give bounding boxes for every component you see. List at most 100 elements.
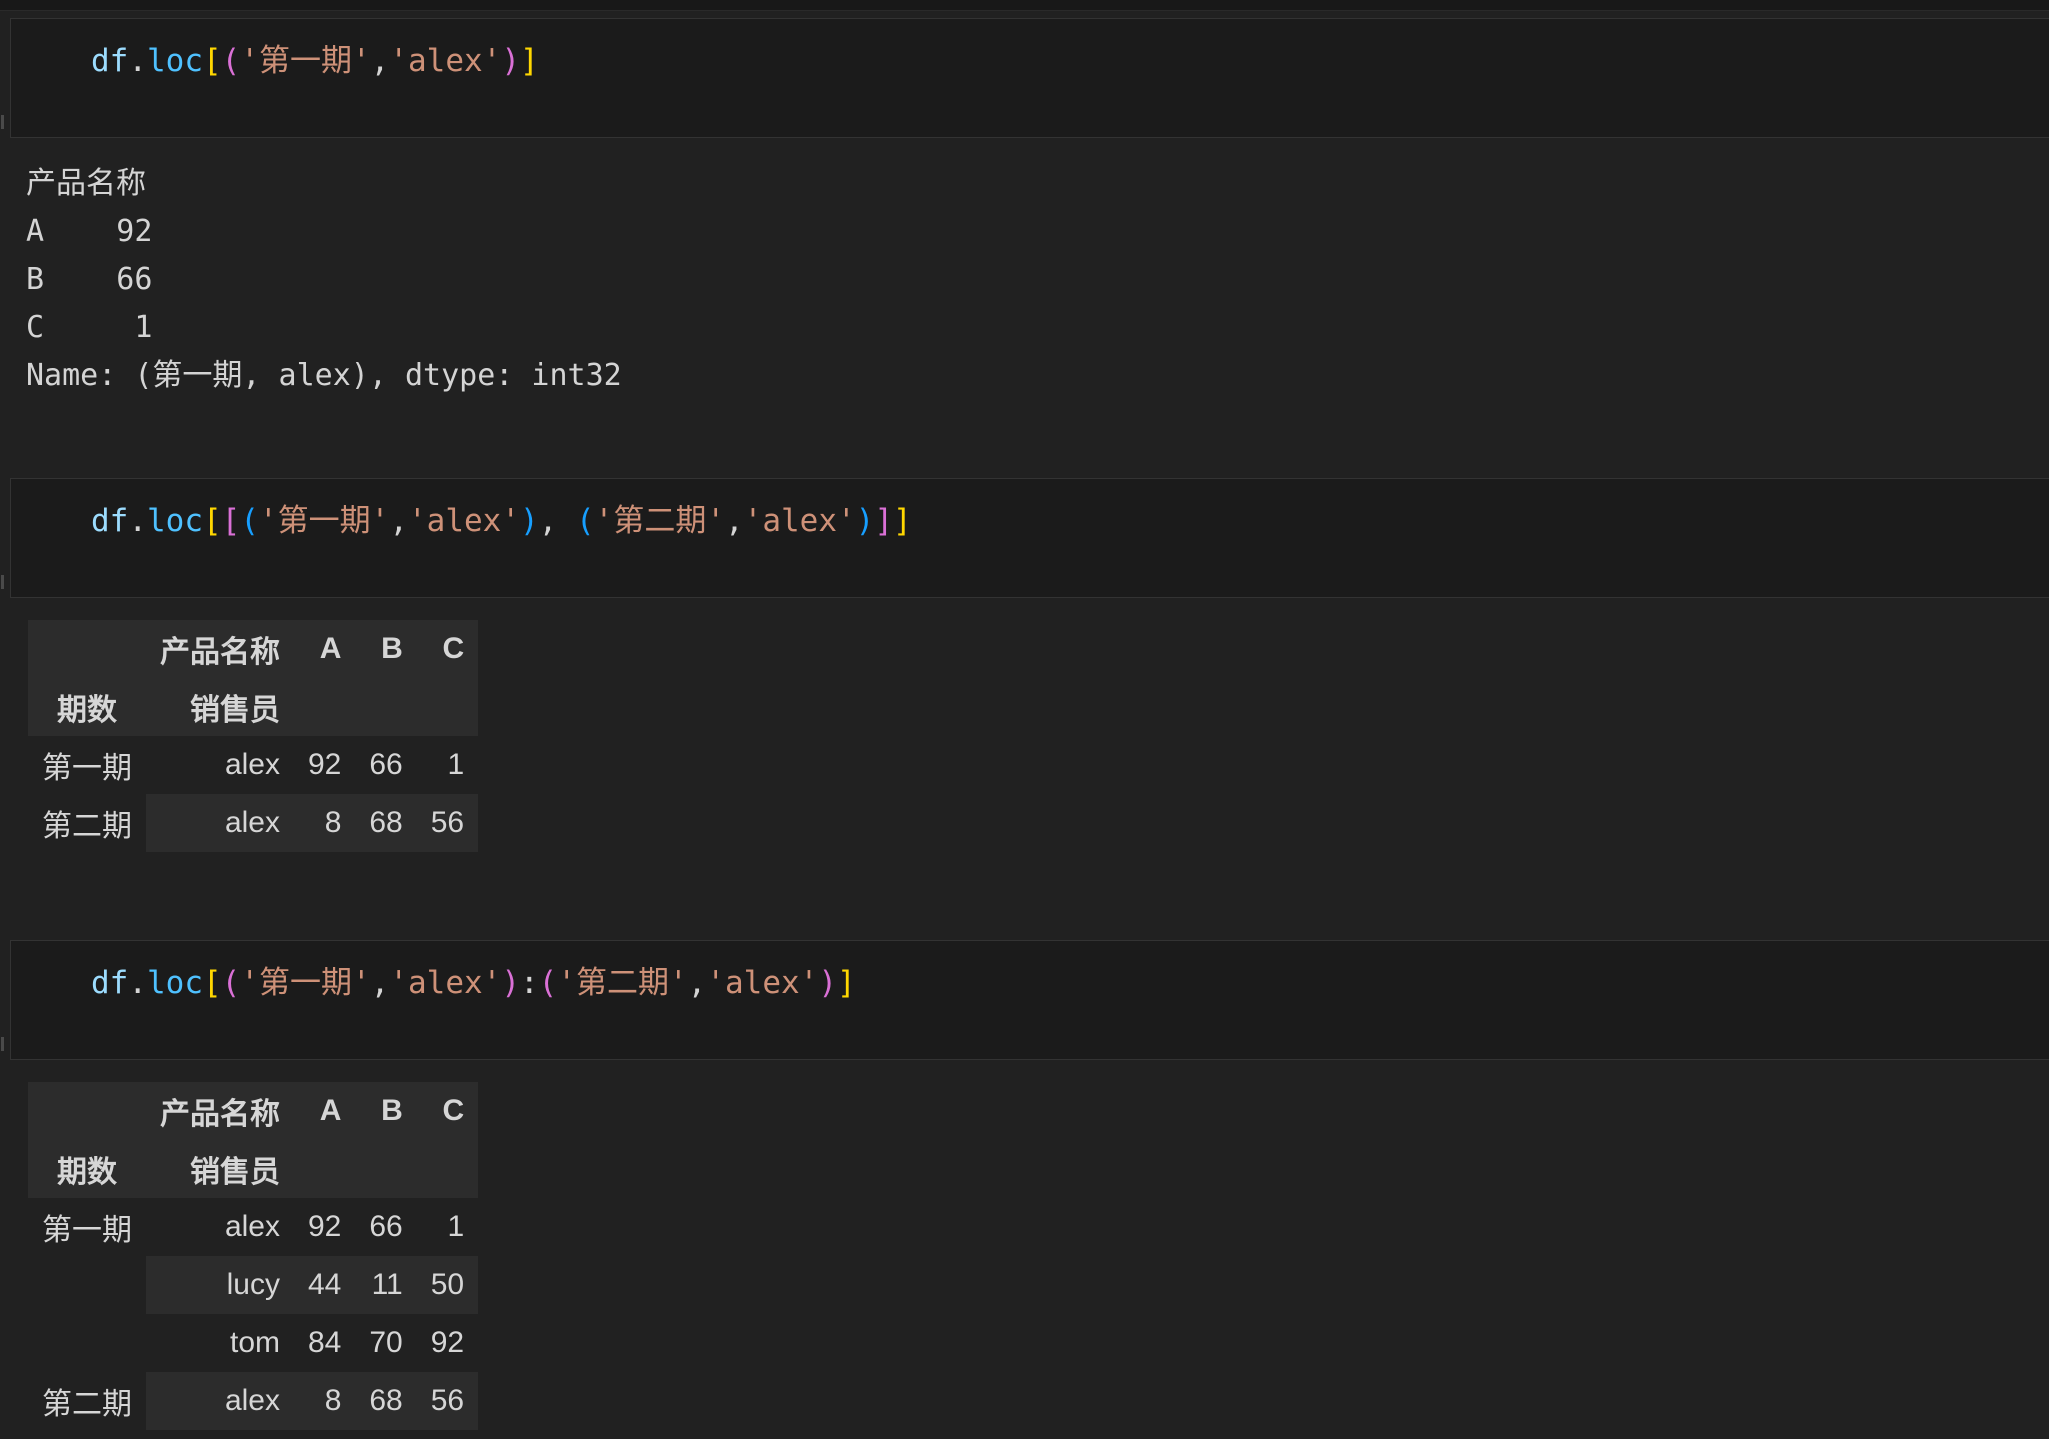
code-token: [ [221,503,241,539]
code-token: 'alex' [408,503,520,539]
code-token: ( [221,965,241,1001]
code-token: '第二期' [557,965,688,1001]
index-name: 期数 [57,694,117,727]
table-cell: 8 [294,1372,356,1430]
row-index-level-2: tom [229,1326,280,1359]
table-row: 第一期 alex 92 66 1 [28,1198,478,1256]
column-header: C [442,632,465,665]
row-index-level-1: 第一期 [42,1214,132,1247]
code-token: ( [576,503,595,539]
header-blank [417,678,478,736]
row-index-level-2: alex [146,794,294,852]
code-token: loc [147,503,203,539]
table-cell: 66 [369,748,403,781]
header-blank [355,1140,416,1198]
code-token: , [370,43,390,79]
cell-3-dataframe: 产品名称 A B C 期数 销售员 第一期 alex 92 66 1 lucy 44 11 50 tom 84 7… [28,1082,479,1430]
header-blank [28,1082,146,1140]
header-row: 产品名称 A B C [28,1082,479,1140]
table-cell: 68 [355,794,417,852]
index-name: 期数 [57,1156,117,1189]
table-cell: 11 [355,1256,417,1314]
column-header: B [381,632,403,665]
code-cell-1[interactable]: df.loc[('第一期','alex')] [1,18,2049,138]
row-index-level-1 [28,1314,146,1372]
code-token: . [128,43,147,79]
table-row: 第二期 alex 8 68 56 [28,794,479,852]
header-blank [28,620,146,678]
cell-gutter-marker [1,115,4,129]
header-blank [294,1140,355,1198]
table-row: tom 84 70 92 [28,1314,478,1372]
code-token: loc [147,965,203,1001]
row-index-level-1 [28,1256,146,1314]
code-token: '第一期' [240,43,371,79]
table-cell: 44 [294,1256,356,1314]
code-token: ) [818,965,837,1001]
row-index-level-2: alex [224,1210,280,1243]
code-token: loc [147,43,203,79]
code-token: ( [240,503,260,539]
table-cell: 70 [369,1326,403,1359]
code-token: '第一期' [259,503,390,539]
table-cell: 68 [355,1372,417,1430]
code-token: , [725,503,744,539]
table-cell: 8 [294,794,356,852]
table-cell: 92 [308,748,342,781]
code-token: df [91,965,129,1001]
row-index-level-1: 第二期 [42,1388,132,1421]
columns-name: 产品名称 [160,636,280,669]
table-cell: 92 [308,1210,342,1243]
top-divider [0,10,2049,11]
row-index-level-2: alex [146,1372,294,1430]
table-row: lucy 44 11 50 [28,1256,479,1314]
table-cell: 56 [416,794,479,852]
table-cell: 1 [447,748,465,781]
row-index-level-1: 第一期 [42,752,132,785]
column-header: A [319,632,342,665]
code-token: 'alex' [389,43,502,79]
code-token: ] [893,503,912,539]
index-name: 销售员 [190,694,280,727]
code-token: 'alex' [743,503,856,539]
header-blank [417,1140,478,1198]
cell-gutter-marker [1,575,4,589]
code-token: , [370,965,390,1001]
code-token: , [389,503,409,539]
table-cell: 84 [308,1326,342,1359]
code-token: '第一期' [240,965,371,1001]
table-row: 第一期 alex 92 66 1 [28,736,478,794]
code-token: '第二期' [594,503,725,539]
code-line[interactable]: df.loc[('第一期','alex')] [91,41,539,81]
table-cell: 92 [430,1326,465,1359]
code-token: df [91,503,129,539]
code-token: ] [874,503,893,539]
row-index-level-2: lucy [146,1256,294,1314]
index-names-row: 期数 销售员 [28,678,479,736]
code-token: , [687,965,707,1001]
code-line[interactable]: df.loc[[('第一期','alex'), ('第二期','alex')]] [91,501,912,541]
code-line[interactable]: df.loc[('第一期','alex'):('第二期','alex')] [91,963,856,1003]
table-cell: 56 [416,1372,479,1430]
table-row: 第二期 alex 8 68 56 [28,1372,479,1430]
code-token: ) [855,503,875,539]
code-token: . [128,965,147,1001]
header-blank [294,678,355,736]
code-token: ) [501,43,520,79]
code-token: 'alex' [706,965,819,1001]
code-cell-2[interactable]: df.loc[[('第一期','alex'), ('第二期','alex')]] [1,478,2049,598]
code-cell-3[interactable]: df.loc[('第一期','alex'):('第二期','alex')] [1,940,2049,1060]
code-token: ) [520,503,539,539]
columns-name: 产品名称 [160,1098,280,1131]
code-token: . [128,503,147,539]
code-token: df [91,43,129,79]
cell-1-output: 产品名称 A 92 B 66 C 1 Name: (第一期, alex), dt… [26,166,622,393]
header-blank [355,678,416,736]
column-header: A [319,1094,342,1127]
window-top-bar [0,0,2049,10]
code-token: : [520,965,539,1001]
code-token: [ [203,503,222,539]
index-name: 销售员 [190,1156,280,1189]
table-cell: 50 [416,1256,479,1314]
column-header: C [442,1094,465,1127]
